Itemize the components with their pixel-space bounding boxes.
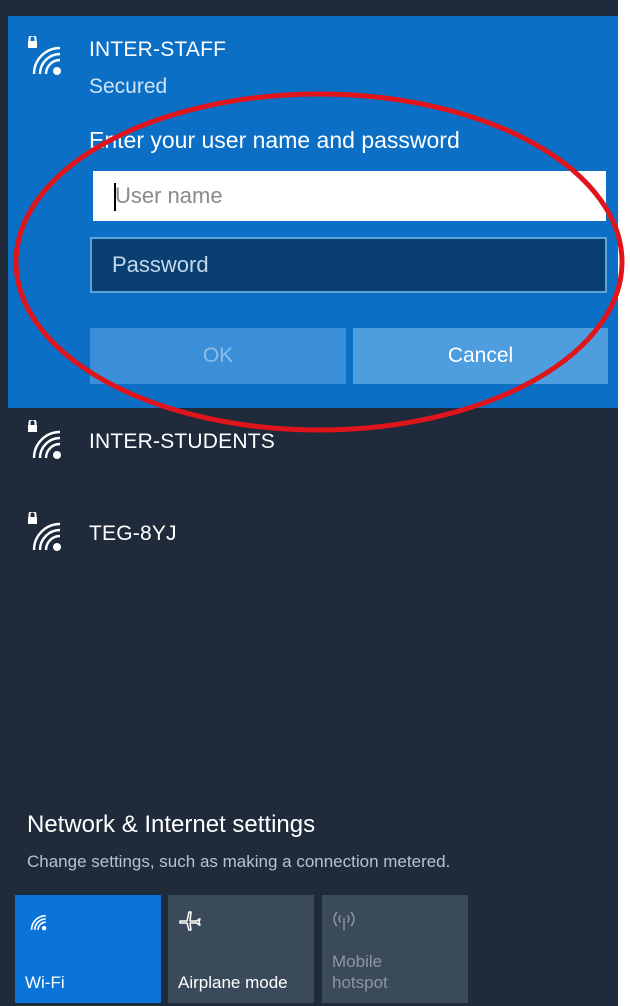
password-input[interactable] (90, 237, 607, 293)
wifi-secured-icon (28, 420, 61, 459)
network-item[interactable]: TEG-8YJ (8, 500, 618, 580)
flyout-top-strip (0, 0, 630, 16)
wifi-icon (30, 914, 47, 931)
wifi-secured-icon (28, 36, 61, 75)
tile-label: Airplane mode (178, 973, 288, 992)
ok-button[interactable]: OK (90, 328, 346, 384)
mobile-hotspot-tile: Mobile hotspot (322, 895, 468, 1003)
network-settings-description: Change settings, such as making a connec… (27, 852, 451, 871)
screen-edge (618, 0, 630, 1006)
cancel-button[interactable]: Cancel (353, 328, 608, 384)
network-status: Secured (89, 75, 168, 98)
network-item[interactable]: INTER-STUDENTS (8, 408, 618, 488)
tile-label: Mobile hotspot (332, 952, 388, 992)
network-flyout: INTER-STAFF Secured Enter your user name… (0, 0, 630, 1006)
text-caret (114, 183, 116, 211)
airplane-icon (179, 911, 201, 931)
wifi-toggle-tile[interactable]: Wi-Fi (15, 895, 161, 1003)
tile-label: Wi-Fi (25, 973, 65, 992)
wifi-secured-icon (28, 512, 61, 551)
network-ssid: TEG-8YJ (89, 522, 177, 545)
network-settings-link[interactable]: Network & Internet settings (27, 811, 315, 839)
username-input[interactable] (93, 171, 606, 221)
airplane-mode-tile[interactable]: Airplane mode (168, 895, 314, 1003)
network-item-expanded[interactable]: INTER-STAFF Secured Enter your user name… (8, 16, 618, 408)
hotspot-icon (333, 911, 355, 930)
network-ssid: INTER-STAFF (89, 38, 227, 61)
credential-prompt: Enter your user name and password (89, 127, 460, 153)
network-ssid: INTER-STUDENTS (89, 430, 275, 453)
